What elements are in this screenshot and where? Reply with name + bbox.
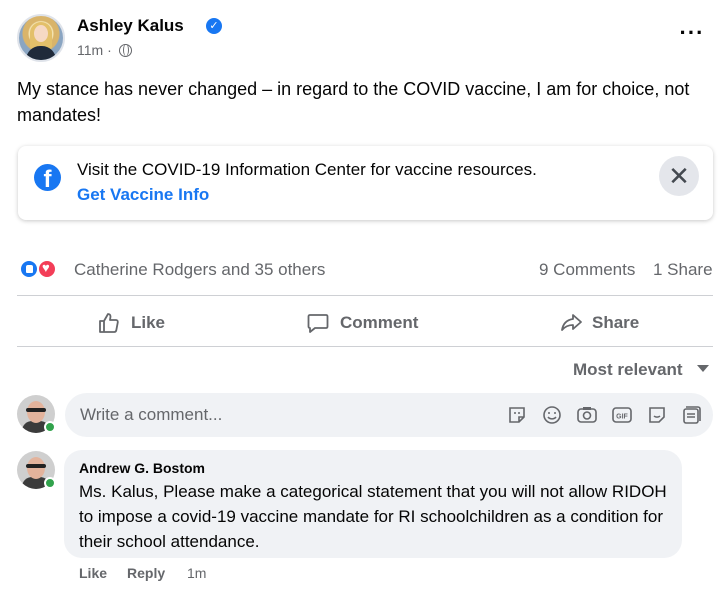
comment-input[interactable]: Write a comment... GIF bbox=[65, 393, 713, 437]
avatar-sticker-icon[interactable] bbox=[646, 404, 668, 426]
shares-count[interactable]: 1 Share bbox=[653, 260, 713, 280]
author-avatar[interactable] bbox=[17, 14, 65, 62]
get-vaccine-info-link[interactable]: Get Vaccine Info bbox=[77, 185, 209, 205]
divider bbox=[17, 346, 713, 347]
reaction-names[interactable]: Catherine Rodgers and 35 others bbox=[74, 260, 325, 280]
online-status-dot bbox=[44, 477, 56, 489]
comment-button[interactable]: Comment bbox=[249, 302, 481, 342]
reaction-summary: Catherine Rodgers and 35 others 9 Commen… bbox=[17, 256, 717, 284]
caret-down-icon[interactable] bbox=[697, 365, 709, 372]
more-icon[interactable]: ··· bbox=[677, 22, 707, 52]
commenter-name[interactable]: Andrew G. Bostom bbox=[79, 460, 205, 476]
like-button[interactable]: Like bbox=[17, 302, 247, 342]
avatar-face bbox=[27, 401, 45, 423]
sticker-pack-icon[interactable] bbox=[680, 404, 702, 426]
share-label: Share bbox=[592, 313, 640, 332]
comment-timestamp[interactable]: 1m bbox=[187, 565, 206, 581]
verified-icon: ✓ bbox=[206, 18, 222, 34]
online-status-dot bbox=[44, 421, 56, 433]
close-icon: ✕ bbox=[668, 161, 690, 191]
covid-info-card: f Visit the COVID-19 Information Center … bbox=[18, 146, 713, 220]
like-reaction-icon[interactable] bbox=[19, 259, 39, 279]
camera-icon[interactable] bbox=[576, 404, 598, 426]
post-timestamp[interactable]: 11m · bbox=[77, 42, 112, 58]
globe-icon bbox=[119, 44, 132, 57]
gif-icon[interactable]: GIF bbox=[611, 404, 633, 426]
divider bbox=[17, 295, 713, 296]
comments-count[interactable]: 9 Comments bbox=[539, 260, 635, 280]
post-text: My stance has never changed – in regard … bbox=[17, 79, 690, 125]
comment-reply-button[interactable]: Reply bbox=[127, 565, 165, 581]
info-card-text: Visit the COVID-19 Information Center fo… bbox=[77, 160, 537, 179]
avatar-face bbox=[34, 25, 48, 42]
avatar-face bbox=[27, 457, 45, 479]
action-bar: Like Comment Share bbox=[17, 300, 713, 344]
share-button[interactable]: Share bbox=[483, 302, 713, 342]
like-icon bbox=[99, 313, 119, 333]
comment-text: Ms. Kalus, Please make a categorical sta… bbox=[79, 482, 667, 551]
sticker-icon[interactable] bbox=[506, 404, 528, 426]
facebook-icon: f bbox=[34, 164, 61, 191]
svg-text:GIF: GIF bbox=[616, 414, 628, 421]
comment-sort-dropdown[interactable]: Most relevant bbox=[573, 360, 683, 380]
comment-placeholder: Write a comment... bbox=[80, 405, 223, 424]
avatar-glasses bbox=[26, 408, 46, 412]
author-name[interactable]: Ashley Kalus bbox=[77, 16, 184, 36]
share-icon bbox=[561, 314, 582, 331]
close-button[interactable]: ✕ bbox=[659, 156, 699, 196]
comment-icon bbox=[307, 314, 329, 333]
post-header: Ashley Kalus ✓ 11m · ··· bbox=[17, 12, 717, 64]
like-label: Like bbox=[131, 313, 166, 332]
comment-label: Comment bbox=[340, 313, 419, 332]
comment-bubble: Andrew G. Bostom Ms. Kalus, Please make … bbox=[64, 450, 682, 558]
avatar-glasses bbox=[26, 464, 46, 468]
love-reaction-icon[interactable] bbox=[37, 259, 57, 279]
comment-like-button[interactable]: Like bbox=[79, 565, 107, 581]
emoji-icon[interactable] bbox=[541, 404, 563, 426]
